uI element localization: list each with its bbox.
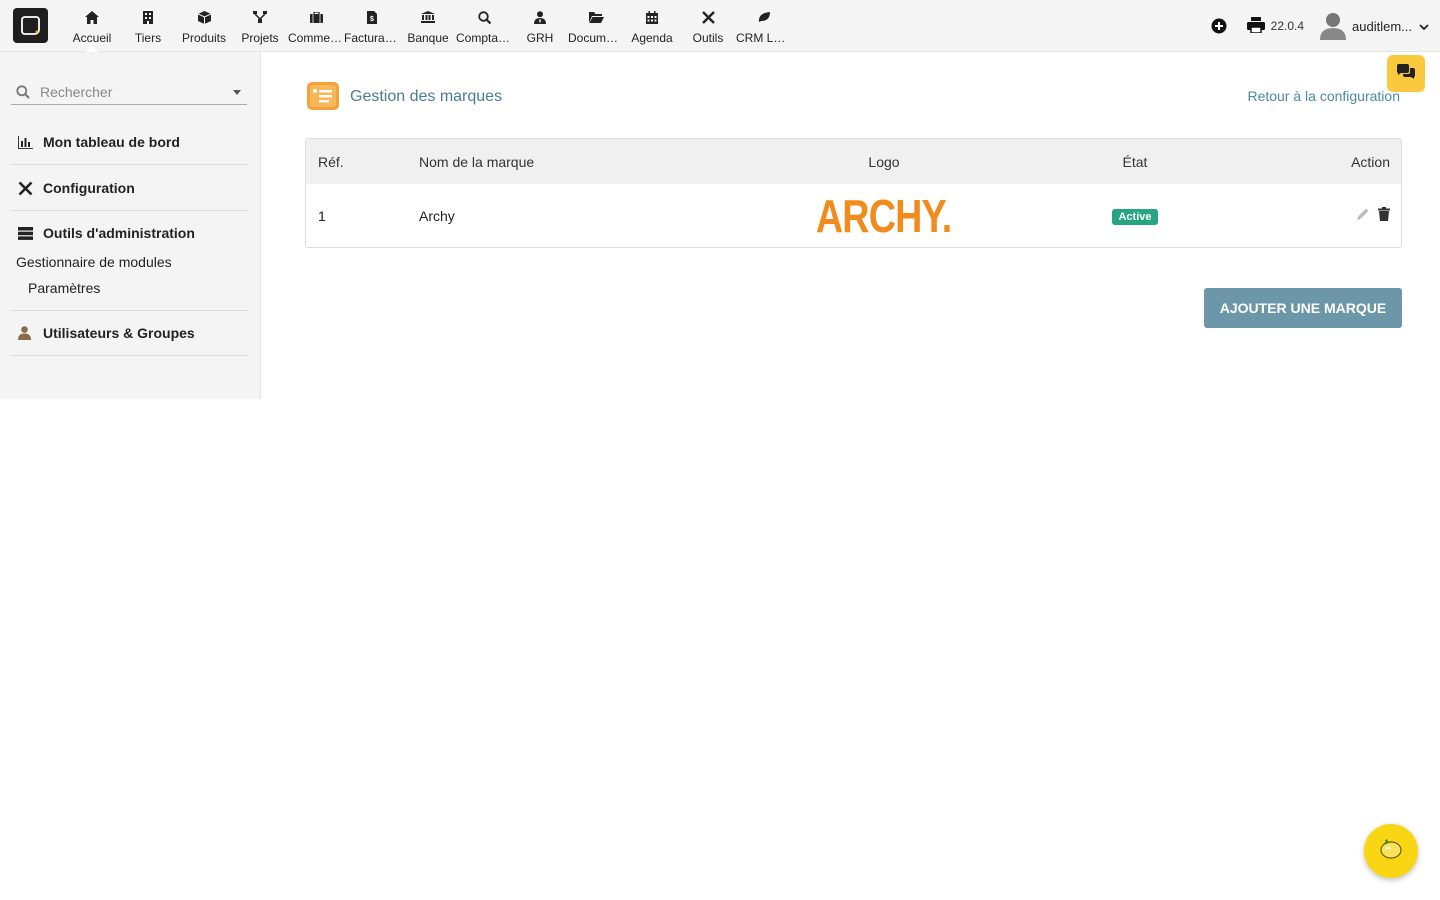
menu-item-facturation[interactable]: $ Facturation <box>344 0 400 52</box>
menu-item-comptabilite[interactable]: Comptabilité <box>456 0 512 52</box>
app-logo-icon <box>21 16 40 35</box>
page-title: Gestion des marques <box>350 88 503 105</box>
cell-ref: 1 <box>318 207 326 224</box>
status-badge[interactable]: Active <box>1112 208 1158 225</box>
folder-icon <box>588 9 604 25</box>
version-label: 22.0.4 <box>1270 19 1305 33</box>
menu-item-produits[interactable]: Produits <box>176 0 232 52</box>
edit-pencil-icon[interactable] <box>1356 207 1370 224</box>
user-avatar[interactable] <box>1320 12 1347 40</box>
top-right-tools: 22.0.4 auditlem... <box>1211 0 1430 52</box>
sidebar-item-configuration[interactable]: Configuration <box>10 166 248 210</box>
leaf-icon <box>756 9 772 25</box>
home-icon <box>84 9 100 25</box>
add-brand-button[interactable]: AJOUTER UNE MARQUE <box>1204 288 1402 328</box>
menu-item-grh[interactable]: GRH <box>512 0 568 52</box>
sidebar-item-dashboard[interactable]: Mon tableau de bord <box>10 120 248 164</box>
search-input[interactable] <box>40 84 220 100</box>
sidebar-section-config: Configuration <box>10 166 248 211</box>
top-navbar: Accueil Tiers Produits Projets Commercia… <box>0 0 1440 52</box>
search-dollar-icon <box>476 9 492 25</box>
username[interactable]: auditlem... <box>1352 19 1412 34</box>
cube-icon <box>196 9 212 25</box>
sidebar-item-module-manager[interactable]: Gestionnaire de modules <box>10 249 248 275</box>
back-to-config-link[interactable]: Retour à la configuration <box>1247 88 1400 104</box>
menu-item-tiers[interactable]: Tiers <box>120 0 176 52</box>
sidebar-item-users-groups[interactable]: Utilisateurs & Groupes <box>10 311 248 355</box>
tools-icon <box>700 9 716 25</box>
plus-circle-icon[interactable] <box>1211 18 1227 34</box>
sidebar-section-users: Utilisateurs & Groupes <box>10 311 248 356</box>
comments-icon <box>1397 63 1415 84</box>
brands-table: Réf. Nom de la marque Logo État Action 1… <box>306 139 1401 247</box>
sitemap-icon <box>252 9 268 25</box>
menu-item-crm-lead[interactable]: CRM Lead <box>736 0 792 52</box>
col-header-etat[interactable]: État <box>1049 139 1221 184</box>
sidebar-section-admin: Outils d'administration Gestionnaire de … <box>10 211 248 311</box>
col-header-name[interactable]: Nom de la marque <box>419 139 719 184</box>
user-tie-icon <box>532 9 548 25</box>
menu-item-commercial[interactable]: Commercial <box>288 0 344 52</box>
invoice-icon: $ <box>364 9 380 25</box>
brand-logo-image: ARCHY. <box>816 189 952 242</box>
menu-item-accueil[interactable]: Accueil <box>64 0 120 52</box>
menu-item-projets[interactable]: Projets <box>232 0 288 52</box>
chat-button[interactable] <box>1387 55 1425 92</box>
cell-actions <box>1221 184 1401 247</box>
menu-item-documents[interactable]: Documents <box>568 0 624 52</box>
menu-item-outils[interactable]: Outils <box>680 0 736 52</box>
sidebar-search <box>11 80 247 105</box>
table-row: 1 Archy ARCHY. Active <box>306 184 1401 247</box>
bank-icon <box>420 9 436 25</box>
left-sidebar: Mon tableau de bord Configuration Outils… <box>0 52 261 399</box>
user-icon <box>18 325 34 341</box>
col-header-action: Action <box>1351 153 1390 170</box>
app-logo[interactable] <box>13 8 48 43</box>
menu-item-agenda[interactable]: Agenda <box>624 0 680 52</box>
main-menu: Accueil Tiers Produits Projets Commercia… <box>64 0 792 52</box>
cell-brand-name: Archy <box>419 207 455 224</box>
tools-icon <box>18 180 34 196</box>
lemon-icon <box>1378 838 1404 865</box>
sidebar-section-dashboard: Mon tableau de bord <box>10 120 248 165</box>
col-header-logo[interactable]: Logo <box>719 139 1049 184</box>
col-header-ref[interactable]: Réf. <box>306 139 419 184</box>
menu-item-banque[interactable]: Banque <box>400 0 456 52</box>
calendar-icon <box>644 9 660 25</box>
suitcase-icon <box>308 9 324 25</box>
chart-bar-icon <box>18 134 34 150</box>
lemon-help-button[interactable] <box>1364 824 1418 878</box>
cell-logo: ARCHY. <box>719 184 1049 247</box>
server-icon <box>18 225 34 241</box>
chevron-down-icon[interactable] <box>1418 20 1430 32</box>
sidebar-item-parametres[interactable]: Paramètres <box>10 275 248 301</box>
search-icon <box>16 85 30 99</box>
brands-table-container: Réf. Nom de la marque Logo État Action 1… <box>305 138 1402 248</box>
delete-trash-icon[interactable] <box>1378 207 1390 224</box>
building-icon <box>140 9 156 25</box>
table-header-row: Réf. Nom de la marque Logo État Action <box>306 139 1401 184</box>
dropdown-caret-icon[interactable] <box>233 89 241 95</box>
svg-text:$: $ <box>370 16 374 23</box>
cell-status: Active <box>1049 184 1221 247</box>
brand-list-icon <box>307 82 339 110</box>
print-icon[interactable] <box>1246 17 1265 35</box>
